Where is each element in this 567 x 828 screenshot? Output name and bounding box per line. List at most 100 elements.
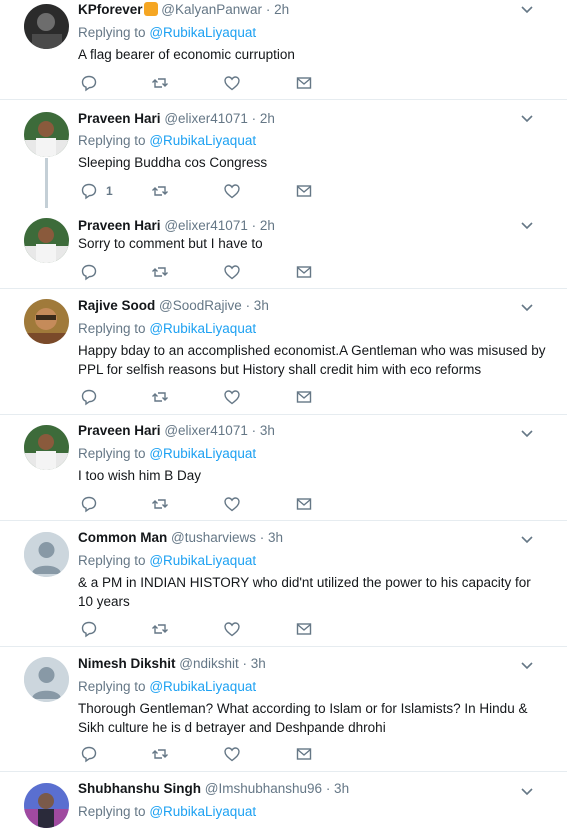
like-icon[interactable] <box>223 74 241 92</box>
replying-to: Replying to @RubikaLiyaquat <box>78 804 257 819</box>
tweet[interactable]: Common Man @tusharviews · 3h Replying to… <box>0 530 567 647</box>
timestamp[interactable]: · 3h <box>252 423 275 438</box>
avatar[interactable] <box>24 532 69 577</box>
tweet[interactable]: Praveen Hari @elixer41071 · 2h Replying … <box>0 109 567 208</box>
display-name[interactable]: Praveen Hari <box>78 423 161 438</box>
avatar[interactable] <box>24 783 69 828</box>
tweet-text: Thorough Gentleman? What according to Is… <box>78 701 528 735</box>
like-icon[interactable] <box>223 182 241 200</box>
user-handle[interactable]: @elixer41071 <box>164 423 248 438</box>
user-handle[interactable]: @ndikshit <box>179 656 238 671</box>
retweet-icon[interactable] <box>151 182 169 200</box>
retweet-icon[interactable] <box>151 620 169 638</box>
tweet[interactable]: Praveen Hari @elixer41071 · 3h Replying … <box>0 423 567 521</box>
chevron-down-icon[interactable] <box>520 784 534 798</box>
tweet-text: & a PM in INDIAN HISTORY who did'nt util… <box>78 575 531 609</box>
like-icon[interactable] <box>223 263 241 281</box>
timestamp[interactable]: · 2h <box>266 2 289 17</box>
tweet-header: Common Man @tusharviews · 3h <box>78 528 283 548</box>
tweet-text: Sleeping Buddha cos Congress <box>78 155 268 170</box>
chevron-down-icon[interactable] <box>520 426 534 440</box>
display-name[interactable]: Common Man <box>78 530 167 545</box>
timestamp[interactable]: · 3h <box>326 781 349 796</box>
avatar[interactable] <box>24 4 69 49</box>
mail-icon[interactable] <box>295 388 313 406</box>
replying-to: Replying to @RubikaLiyaquat <box>78 25 257 40</box>
chevron-down-icon[interactable] <box>520 218 534 232</box>
avatar[interactable] <box>24 425 69 470</box>
mail-icon[interactable] <box>295 620 313 638</box>
chevron-down-icon[interactable] <box>520 111 534 125</box>
reply-icon[interactable] <box>80 620 98 638</box>
tweet[interactable]: Shubhanshu Singh @Imshubhanshu96 · 3h Re… <box>0 779 567 828</box>
avatar[interactable] <box>24 299 69 344</box>
display-name[interactable]: Rajive Sood <box>78 298 155 313</box>
tweet-header: Shubhanshu Singh @Imshubhanshu96 · 3h <box>78 779 349 799</box>
retweet-icon[interactable] <box>151 388 169 406</box>
mention-link[interactable]: @RubikaLiyaquat <box>149 446 256 461</box>
tweet[interactable]: Nimesh Dikshit @ndikshit · 3h Replying t… <box>0 656 567 772</box>
user-handle[interactable]: @SoodRajive <box>159 298 242 313</box>
tweet-text: Happy bday to an accomplished economist.… <box>78 343 546 377</box>
tweet-header: Nimesh Dikshit @ndikshit · 3h <box>78 654 266 674</box>
tweet-text: A flag bearer of economic curruption <box>78 47 295 62</box>
retweet-icon[interactable] <box>151 495 169 513</box>
user-handle[interactable]: @elixer41071 <box>164 218 248 233</box>
display-name[interactable]: Shubhanshu Singh <box>78 781 201 796</box>
display-name[interactable]: KPforever <box>78 2 143 17</box>
chevron-down-icon[interactable] <box>520 532 534 546</box>
like-icon[interactable] <box>223 620 241 638</box>
reply-icon[interactable]: 1 <box>80 182 113 200</box>
mail-icon[interactable] <box>295 745 313 763</box>
timestamp[interactable]: · 3h <box>260 530 283 545</box>
like-icon[interactable] <box>223 745 241 763</box>
user-handle[interactable]: @elixer41071 <box>164 111 248 126</box>
reply-count: 1 <box>106 184 113 198</box>
mail-icon[interactable] <box>295 74 313 92</box>
chevron-down-icon[interactable] <box>520 658 534 672</box>
chevron-down-icon[interactable] <box>520 2 534 16</box>
retweet-icon[interactable] <box>151 263 169 281</box>
mention-link[interactable]: @RubikaLiyaquat <box>149 553 256 568</box>
mention-link[interactable]: @RubikaLiyaquat <box>149 679 256 694</box>
like-icon[interactable] <box>223 388 241 406</box>
avatar[interactable] <box>24 218 69 263</box>
mail-icon[interactable] <box>295 495 313 513</box>
timestamp[interactable]: · 3h <box>243 656 266 671</box>
tweet[interactable]: KPforever @KalyanPanwar · 2h Replying to… <box>0 0 567 100</box>
mail-icon[interactable] <box>295 182 313 200</box>
reply-icon[interactable] <box>80 745 98 763</box>
mention-link[interactable]: @RubikaLiyaquat <box>149 133 256 148</box>
reply-icon[interactable] <box>80 495 98 513</box>
reply-icon[interactable] <box>80 388 98 406</box>
timestamp[interactable]: · 2h <box>252 218 275 233</box>
user-handle[interactable]: @KalyanPanwar <box>161 2 262 17</box>
mention-link[interactable]: @RubikaLiyaquat <box>149 804 256 819</box>
tweet[interactable]: Praveen Hari @elixer41071 · 2h Sorry to … <box>0 216 567 289</box>
like-icon[interactable] <box>223 495 241 513</box>
replying-to: Replying to @RubikaLiyaquat <box>78 679 257 694</box>
replying-to: Replying to @RubikaLiyaquat <box>78 133 257 148</box>
timestamp[interactable]: · 2h <box>252 111 275 126</box>
avatar[interactable] <box>24 112 69 157</box>
user-handle[interactable]: @Imshubhanshu96 <box>205 781 322 796</box>
avatar[interactable] <box>24 657 69 702</box>
mention-link[interactable]: @RubikaLiyaquat <box>149 25 256 40</box>
replying-to: Replying to @RubikaLiyaquat <box>78 446 257 461</box>
reply-icon[interactable] <box>80 263 98 281</box>
retweet-icon[interactable] <box>151 74 169 92</box>
mention-link[interactable]: @RubikaLiyaquat <box>149 321 256 336</box>
display-name[interactable]: Praveen Hari <box>78 111 161 126</box>
user-handle[interactable]: @tusharviews <box>171 530 256 545</box>
timestamp[interactable]: · 3h <box>246 298 269 313</box>
retweet-icon[interactable] <box>151 745 169 763</box>
replying-to: Replying to @RubikaLiyaquat <box>78 553 257 568</box>
chevron-down-icon[interactable] <box>520 300 534 314</box>
tweet-header: Rajive Sood @SoodRajive · 3h <box>78 296 269 316</box>
mail-icon[interactable] <box>295 263 313 281</box>
tweet[interactable]: Rajive Sood @SoodRajive · 3h Replying to… <box>0 298 567 415</box>
display-name[interactable]: Praveen Hari <box>78 218 161 233</box>
reply-icon[interactable] <box>80 74 98 92</box>
display-name[interactable]: Nimesh Dikshit <box>78 656 176 671</box>
replying-to: Replying to @RubikaLiyaquat <box>78 321 257 336</box>
